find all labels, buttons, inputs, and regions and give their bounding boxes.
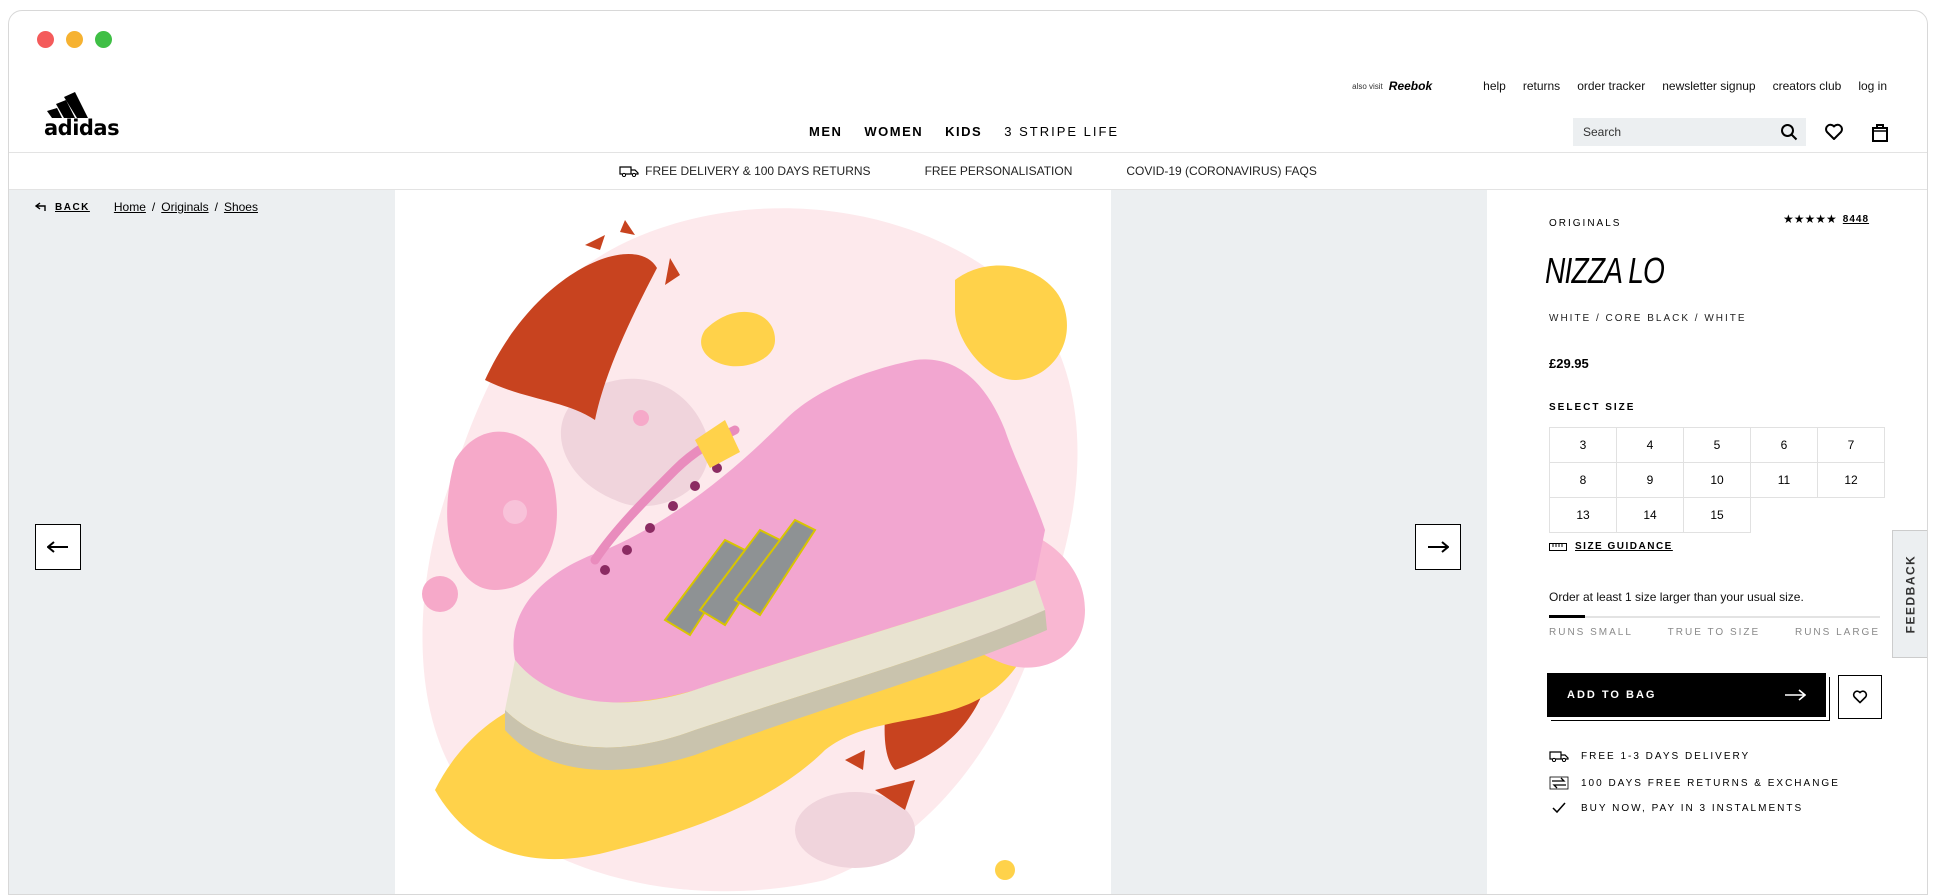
promo-bar: FREE DELIVERY & 100 DAYS RETURNS FREE PE…: [9, 153, 1927, 190]
browser-window: adidas also visit Reebok help returns or…: [8, 10, 1928, 895]
size-grid: 3 4 5 6 7 8 9 10 11 12 13 14 15: [1549, 427, 1885, 533]
feedback-tab[interactable]: FEEDBACK: [1892, 530, 1927, 658]
product-image[interactable]: [395, 190, 1111, 894]
size-guidance-label: SIZE GUIDANCE: [1575, 541, 1673, 552]
select-size-label: SELECT SIZE: [1549, 402, 1636, 413]
fit-scale-bar: [1549, 615, 1880, 618]
nizza-lo-shoe-illustration: [422, 208, 1085, 892]
arrow-right-icon: [1785, 689, 1806, 701]
breadcrumb-separator: /: [151, 200, 156, 214]
product-category: ORIGINALS: [1549, 218, 1622, 229]
breadcrumb-separator: /: [214, 200, 218, 214]
returns-link[interactable]: returns: [1523, 79, 1560, 93]
size-option[interactable]: 14: [1617, 498, 1684, 533]
newsletter-signup-link[interactable]: newsletter signup: [1662, 79, 1755, 93]
three-bars-logo-icon: [47, 92, 88, 118]
product-rating[interactable]: ★★★★★ 8448: [1783, 212, 1869, 226]
next-image-button[interactable]: [1415, 524, 1461, 570]
wishlist-heart-icon[interactable]: [1823, 121, 1845, 143]
back-arrow-icon: [35, 202, 46, 211]
size-option[interactable]: 12: [1818, 463, 1885, 498]
creators-club-link[interactable]: creators club: [1773, 79, 1842, 93]
previous-image-button[interactable]: [35, 524, 81, 570]
rating-stars: ★★★★★: [1783, 212, 1837, 226]
size-option[interactable]: 15: [1684, 498, 1751, 533]
size-option[interactable]: 8: [1550, 463, 1617, 498]
usp-instalments-text: BUY NOW, PAY IN 3 INSTALMENTS: [1581, 802, 1804, 814]
product-title: NIZZA LO: [1545, 250, 1665, 291]
size-option[interactable]: 9: [1617, 463, 1684, 498]
size-option[interactable]: 5: [1684, 428, 1751, 463]
delivery-truck-icon: [1549, 751, 1569, 762]
size-option[interactable]: 3: [1550, 428, 1617, 463]
ruler-icon: [1549, 542, 1567, 551]
size-option[interactable]: 7: [1818, 428, 1885, 463]
promo-personalisation[interactable]: FREE PERSONALISATION: [925, 164, 1073, 178]
product-details-panel: ORIGINALS ★★★★★ 8448 NIZZA LO WHITE / CO…: [1487, 190, 1927, 894]
product-price: £29.95: [1549, 356, 1589, 371]
promo-delivery-text: FREE DELIVERY & 100 DAYS RETURNS: [645, 164, 871, 178]
add-to-bag-button[interactable]: ADD TO BAG: [1547, 673, 1826, 717]
arrow-left-icon: [47, 541, 68, 553]
close-window-button[interactable]: [37, 31, 54, 48]
search-input[interactable]: [1573, 124, 1775, 140]
utility-links: also visit Reebok help returns order tra…: [1352, 79, 1887, 93]
size-option[interactable]: 13: [1550, 498, 1617, 533]
log-in-link[interactable]: log in: [1858, 79, 1887, 93]
promo-covid-faqs[interactable]: COVID-19 (CORONAVIRUS) FAQS: [1126, 164, 1316, 178]
help-link[interactable]: help: [1483, 79, 1506, 93]
promo-delivery[interactable]: FREE DELIVERY & 100 DAYS RETURNS: [619, 164, 871, 178]
fit-label-true: TRUE TO SIZE: [1667, 627, 1761, 638]
add-to-bag-label: ADD TO BAG: [1567, 689, 1657, 701]
nav-kids[interactable]: KIDS: [945, 124, 982, 139]
feedback-label: FEEDBACK: [1903, 554, 1918, 634]
fit-label-large: RUNS LARGE: [1794, 627, 1880, 638]
size-option[interactable]: 10: [1684, 463, 1751, 498]
fit-note: Order at least 1 size larger than your u…: [1549, 590, 1804, 604]
add-to-wishlist-button[interactable]: [1838, 675, 1882, 719]
delivery-truck-icon: [619, 166, 639, 177]
product-colorway: WHITE / CORE BLACK / WHITE: [1549, 313, 1747, 324]
checkmark-icon: [1552, 802, 1566, 814]
breadcrumb-originals[interactable]: Originals: [161, 200, 208, 214]
fit-label-small: RUNS SMALL: [1549, 627, 1633, 638]
fit-scale-labels: RUNS SMALL TRUE TO SIZE RUNS LARGE: [1549, 627, 1880, 638]
nav-women[interactable]: WOMEN: [864, 124, 923, 139]
logo-wordmark: adidas: [44, 116, 120, 140]
size-guidance-link[interactable]: SIZE GUIDANCE: [1549, 541, 1673, 552]
usp-instalments: BUY NOW, PAY IN 3 INSTALMENTS: [1549, 802, 1803, 814]
adidas-logo[interactable]: adidas: [44, 86, 120, 140]
usp-delivery: FREE 1-3 DAYS DELIVERY: [1549, 750, 1750, 762]
product-gallery: BACK Home / Originals / Shoes: [9, 190, 1487, 894]
also-visit-label: also visit: [1352, 81, 1383, 91]
breadcrumb-shoes[interactable]: Shoes: [224, 200, 258, 214]
main-nav: MEN WOMEN KIDS 3 STRIPE LIFE: [809, 124, 1119, 139]
back-label: BACK: [55, 201, 90, 213]
review-count[interactable]: 8448: [1843, 214, 1869, 225]
search-box: [1573, 118, 1806, 146]
search-icon[interactable]: [1780, 123, 1798, 141]
arrow-right-icon: [1428, 541, 1449, 553]
usp-returns-text: 100 DAYS FREE RETURNS & EXCHANGE: [1581, 777, 1840, 789]
window-controls: [37, 31, 112, 48]
reebok-link[interactable]: Reebok: [1389, 79, 1432, 93]
size-option[interactable]: 4: [1617, 428, 1684, 463]
fit-scale-indicator: [1549, 615, 1586, 618]
back-link[interactable]: BACK: [35, 202, 90, 213]
breadcrumb-home[interactable]: Home: [114, 200, 146, 214]
minimize-window-button[interactable]: [66, 31, 83, 48]
breadcrumb: BACK Home / Originals / Shoes: [35, 200, 258, 214]
size-option[interactable]: 11: [1751, 463, 1818, 498]
maximize-window-button[interactable]: [95, 31, 112, 48]
size-option[interactable]: 6: [1751, 428, 1818, 463]
usp-delivery-text: FREE 1-3 DAYS DELIVERY: [1581, 750, 1751, 762]
nav-3-stripe-life[interactable]: 3 STRIPE LIFE: [1004, 124, 1119, 139]
nav-men[interactable]: MEN: [809, 124, 842, 139]
usp-returns: 100 DAYS FREE RETURNS & EXCHANGE: [1549, 776, 1840, 790]
order-tracker-link[interactable]: order tracker: [1577, 79, 1645, 93]
heart-icon: [1852, 690, 1868, 704]
shopping-bag-icon[interactable]: [1869, 121, 1891, 143]
returns-exchange-icon: [1549, 776, 1569, 790]
